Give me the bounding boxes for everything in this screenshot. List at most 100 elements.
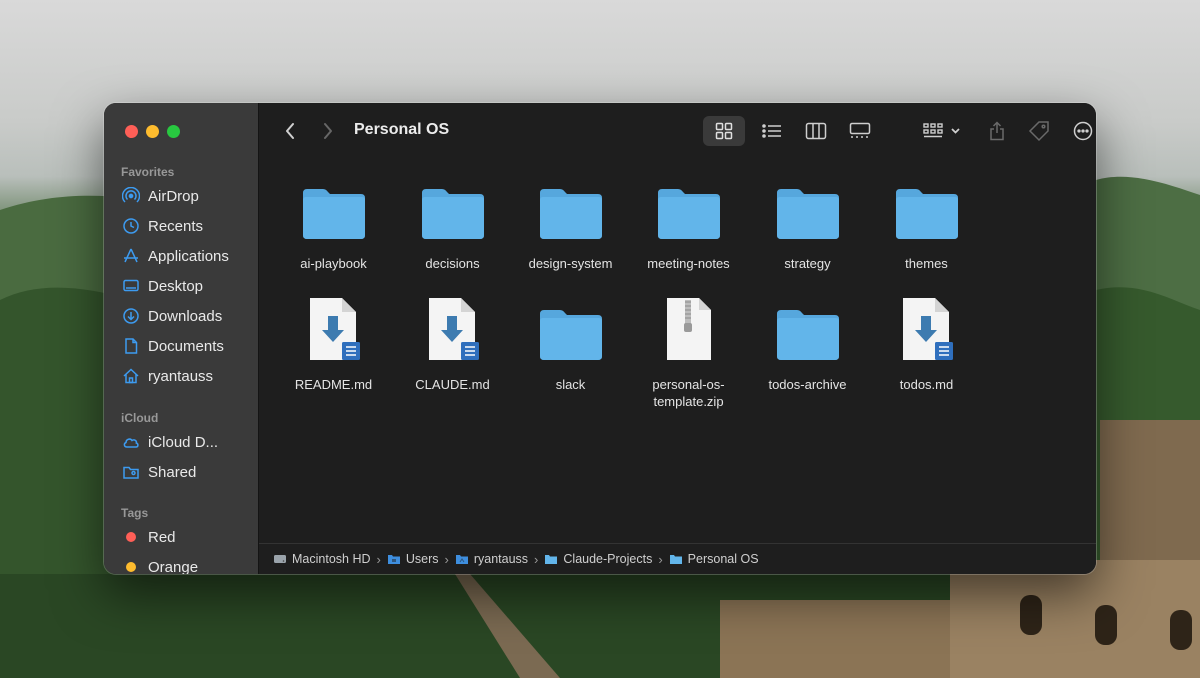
back-button[interactable] bbox=[279, 119, 301, 143]
list-view-button[interactable] bbox=[756, 116, 788, 146]
ellipsis-circle-chevron-icon bbox=[1073, 121, 1093, 141]
share-icon bbox=[990, 121, 1004, 141]
path-crumb-label: Users bbox=[405, 552, 439, 566]
disk-icon bbox=[273, 553, 287, 565]
path-crumb-label: Macintosh HD bbox=[292, 552, 371, 566]
columns-icon bbox=[805, 122, 827, 140]
file-item-markdown[interactable]: CLAUDE.md bbox=[393, 298, 512, 393]
folder-icon bbox=[629, 177, 748, 241]
sidebar-item-recents[interactable]: Recents bbox=[104, 211, 258, 241]
sidebar-item-desktop[interactable]: Desktop bbox=[104, 271, 258, 301]
folder-icon bbox=[669, 553, 683, 565]
close-window-button[interactable] bbox=[125, 125, 138, 138]
markdown-file-icon bbox=[867, 298, 986, 362]
path-separator-icon: › bbox=[658, 551, 663, 567]
tag-icon bbox=[1028, 121, 1049, 142]
tags-button[interactable] bbox=[1023, 116, 1055, 146]
folder-icon bbox=[544, 553, 558, 565]
path-bar: Macintosh HD › Users › ryantauss › Claud… bbox=[259, 543, 1096, 574]
folder-icon bbox=[511, 298, 630, 362]
shared-folder-icon bbox=[122, 463, 140, 481]
sidebar-item-tag-red[interactable]: Red bbox=[104, 522, 258, 552]
home-icon bbox=[122, 367, 140, 385]
sidebar-item-applications[interactable]: Applications bbox=[104, 241, 258, 271]
file-item-folder[interactable]: meeting-notes bbox=[629, 177, 748, 272]
path-crumb-macintosh-hd[interactable]: Macintosh HD bbox=[273, 552, 371, 566]
file-item-folder[interactable]: decisions bbox=[393, 177, 512, 272]
file-item-folder[interactable]: themes bbox=[867, 177, 986, 272]
sidebar-item-airdrop[interactable]: AirDrop bbox=[104, 181, 258, 211]
share-button[interactable] bbox=[981, 116, 1013, 146]
favorites-section: Favorites AirDrop Recents Applications D… bbox=[104, 163, 258, 391]
file-item-folder[interactable]: todos-archive bbox=[748, 298, 867, 393]
file-item-folder[interactable]: design-system bbox=[511, 177, 630, 272]
path-crumb-label: Personal OS bbox=[687, 552, 759, 566]
document-icon bbox=[122, 337, 140, 355]
sidebar-item-shared[interactable]: Shared bbox=[104, 457, 258, 487]
sidebar: Favorites AirDrop Recents Applications D… bbox=[104, 103, 259, 574]
sidebar-item-icloud-drive[interactable]: iCloud D... bbox=[104, 427, 258, 457]
clock-icon bbox=[122, 217, 140, 235]
sidebar-item-label: Shared bbox=[148, 463, 197, 481]
sidebar-item-documents[interactable]: Documents bbox=[104, 331, 258, 361]
column-view-button[interactable] bbox=[800, 116, 832, 146]
folder-icon bbox=[274, 177, 393, 241]
tag-dot-icon bbox=[122, 558, 140, 574]
file-item-zip[interactable]: personal-os-template.zip bbox=[629, 298, 748, 410]
sidebar-item-tag-orange[interactable]: Orange bbox=[104, 552, 258, 574]
applications-icon bbox=[122, 247, 140, 265]
file-name: personal-os-template.zip bbox=[652, 377, 725, 409]
list-icon bbox=[762, 124, 781, 138]
file-name: themes bbox=[905, 256, 948, 271]
file-name: strategy bbox=[784, 256, 831, 271]
markdown-file-icon bbox=[393, 298, 512, 362]
sidebar-item-label: Documents bbox=[148, 337, 224, 355]
gallery-view-button[interactable] bbox=[844, 116, 876, 146]
sidebar-item-label: Orange bbox=[148, 558, 199, 575]
minimize-window-button[interactable] bbox=[146, 125, 159, 138]
icloud-heading: iCloud bbox=[121, 411, 159, 425]
markdown-file-icon bbox=[274, 298, 393, 362]
file-name: todos-archive bbox=[768, 377, 847, 392]
file-item-folder[interactable]: strategy bbox=[748, 177, 867, 272]
path-separator-icon: › bbox=[534, 551, 539, 567]
file-name: todos.md bbox=[899, 377, 954, 392]
sidebar-item-downloads[interactable]: Downloads bbox=[104, 301, 258, 331]
gallery-icon bbox=[849, 122, 871, 138]
airdrop-icon bbox=[122, 187, 140, 205]
file-name: decisions bbox=[425, 256, 480, 271]
folder-icon bbox=[455, 553, 469, 565]
file-item-folder[interactable]: slack bbox=[511, 298, 630, 393]
file-item-folder[interactable]: ai-playbook bbox=[274, 177, 393, 272]
more-actions-button[interactable] bbox=[1071, 116, 1096, 146]
folder-icon bbox=[867, 177, 986, 241]
tags-heading: Tags bbox=[121, 506, 149, 520]
download-icon bbox=[122, 307, 140, 325]
folder-icon bbox=[393, 177, 512, 241]
path-separator-icon: › bbox=[444, 551, 449, 567]
group-by-button[interactable] bbox=[921, 116, 965, 146]
zoom-window-button[interactable] bbox=[167, 125, 180, 138]
finder-window: Favorites AirDrop Recents Applications D… bbox=[104, 103, 1096, 574]
file-grid: ai-playbook decisions design-system meet… bbox=[259, 159, 1096, 544]
path-crumb-claude-projects[interactable]: Claude-Projects bbox=[544, 552, 652, 566]
zip-archive-icon bbox=[629, 298, 748, 362]
tag-dot-icon bbox=[122, 528, 140, 546]
file-item-markdown[interactable]: todos.md bbox=[867, 298, 986, 393]
window-title: Personal OS bbox=[354, 121, 450, 138]
path-crumb-users[interactable]: Users bbox=[387, 552, 439, 566]
icon-view-button[interactable] bbox=[703, 116, 745, 146]
path-crumb-personal-os[interactable]: Personal OS bbox=[669, 552, 759, 566]
file-item-markdown[interactable]: README.md bbox=[274, 298, 393, 393]
toolbar: Personal OS bbox=[259, 103, 1096, 159]
path-crumb-ryantauss[interactable]: ryantauss bbox=[455, 552, 528, 566]
folder-icon bbox=[511, 177, 630, 241]
file-name: ai-playbook bbox=[300, 256, 367, 271]
chevron-right-icon bbox=[324, 123, 332, 139]
sidebar-item-label: Applications bbox=[148, 247, 229, 265]
forward-button[interactable] bbox=[317, 119, 339, 143]
file-name: design-system bbox=[528, 256, 613, 271]
path-crumb-label: ryantauss bbox=[473, 552, 529, 566]
folder-icon bbox=[748, 177, 867, 241]
sidebar-item-home[interactable]: ryantauss bbox=[104, 361, 258, 391]
